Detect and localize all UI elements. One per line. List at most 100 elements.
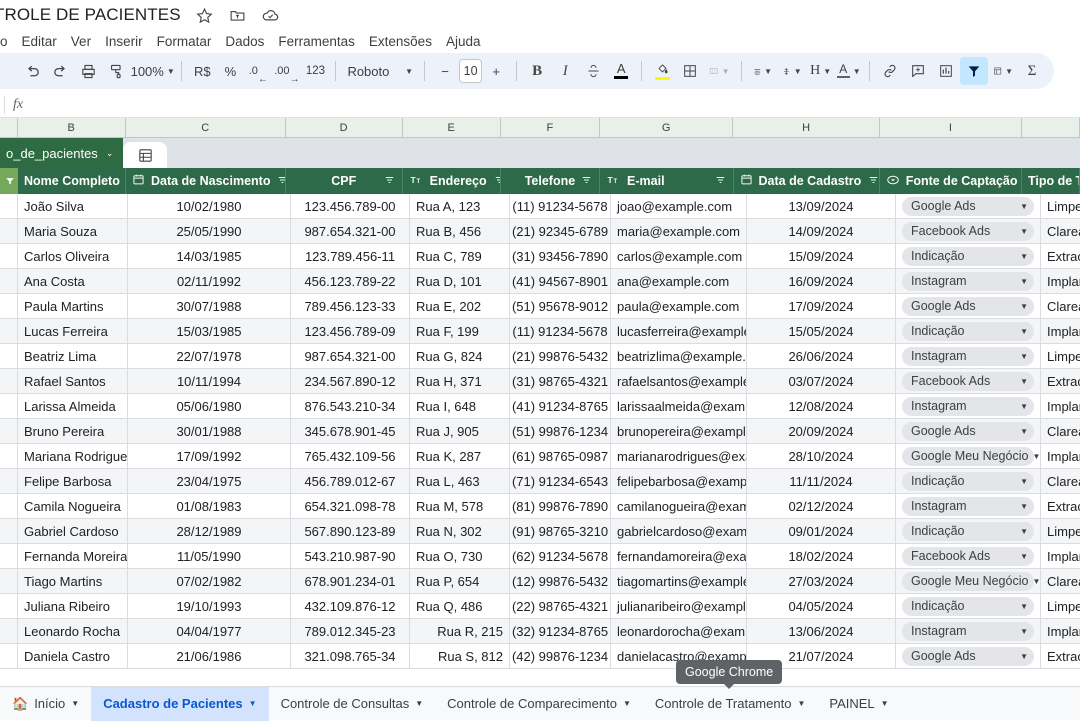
cell-endereco[interactable]: Rua O, 730 — [410, 544, 510, 569]
comment-icon[interactable] — [904, 57, 932, 85]
dropdown-chip[interactable]: Indicação▼ — [902, 322, 1034, 341]
cell-email[interactable]: brunopereira@example — [611, 419, 747, 444]
cell-fonte-captacao[interactable]: Instagram▼ — [896, 344, 1041, 369]
text-rotation-icon[interactable]: A ▼ — [835, 57, 863, 85]
cell-telefone[interactable]: (21) 99876-5432 — [510, 344, 611, 369]
filter-icon[interactable] — [493, 174, 501, 188]
cell-nome-completo[interactable]: Lucas Ferreira — [18, 319, 128, 344]
cell-fonte-captacao[interactable]: Facebook Ads▼ — [896, 544, 1041, 569]
cell-tipo-tratamento[interactable]: Clareame — [1041, 294, 1080, 319]
cell-endereco[interactable]: Rua R, 215 — [410, 619, 510, 644]
merge-cells-icon[interactable]: ▼ — [704, 57, 734, 85]
cell-nome-completo[interactable]: Leonardo Rocha — [18, 619, 128, 644]
cell-endereco[interactable]: Rua L, 463 — [410, 469, 510, 494]
cell-nome-completo[interactable]: Mariana Rodrigues — [18, 444, 128, 469]
cell-cpf[interactable]: 543.210.987-90 — [291, 544, 410, 569]
chart-icon[interactable] — [932, 57, 960, 85]
cell-telefone[interactable]: (31) 98765-4321 — [510, 369, 611, 394]
increase-decimal-button[interactable]: .00→ — [272, 57, 301, 85]
cell-data-cadastro[interactable]: 09/01/2024 — [747, 519, 896, 544]
dropdown-chip[interactable]: Indicação▼ — [902, 247, 1034, 266]
cell-endereco[interactable]: Rua B, 456 — [410, 219, 510, 244]
cell-endereco[interactable]: Rua Q, 486 — [410, 594, 510, 619]
row-gutter[interactable] — [0, 544, 18, 569]
cell-nome-completo[interactable]: Paula Martins — [18, 294, 128, 319]
cell-cpf[interactable]: 123.456.789-09 — [291, 319, 410, 344]
table-row[interactable]: Tiago Martins07/02/1982678.901.234-01Rua… — [0, 569, 1080, 594]
filter-icon[interactable] — [960, 57, 988, 85]
menu-item-ferramentas[interactable]: Ferramentas — [271, 32, 362, 51]
cell-nome-completo[interactable]: Bruno Pereira — [18, 419, 128, 444]
table-row[interactable]: Camila Nogueira01/08/1983654.321.098-78R… — [0, 494, 1080, 519]
cell-email[interactable]: carlos@example.com — [611, 244, 747, 269]
cell-telefone[interactable]: (51) 99876-1234 — [510, 419, 611, 444]
cell-tipo-tratamento[interactable]: Implante — [1041, 544, 1080, 569]
cell-fonte-captacao[interactable]: Indicação▼ — [896, 519, 1041, 544]
menu-item-formatar[interactable]: Formatar — [150, 32, 219, 51]
table-row[interactable]: Lucas Ferreira15/03/1985123.456.789-09Ru… — [0, 319, 1080, 344]
chevron-down-icon[interactable]: ▼ — [415, 699, 423, 708]
cell-data-nascimento[interactable]: 04/04/1977 — [128, 619, 291, 644]
cell-email[interactable]: gabrielcardoso@examp — [611, 519, 747, 544]
col-header-A[interactable] — [0, 118, 18, 137]
cell-data-nascimento[interactable]: 30/07/1988 — [128, 294, 291, 319]
cell-tipo-tratamento[interactable]: Extração — [1041, 644, 1080, 669]
cell-cpf[interactable]: 789.012.345-23 — [291, 619, 410, 644]
cell-data-cadastro[interactable]: 11/11/2024 — [747, 469, 896, 494]
cell-cpf[interactable]: 456.789.012-67 — [291, 469, 410, 494]
named-range-chip[interactable]: o_de_pacientes ⌄ — [0, 138, 123, 168]
cell-telefone[interactable]: (21) 92345-6789 — [510, 219, 611, 244]
cell-endereco[interactable]: Rua A, 123 — [410, 194, 510, 219]
header-cell-endereco[interactable]: TT Endereço — [403, 168, 501, 194]
cell-data-cadastro[interactable]: 15/09/2024 — [747, 244, 896, 269]
cell-nome-completo[interactable]: Felipe Barbosa — [18, 469, 128, 494]
cell-email[interactable]: camilanogueira@examp — [611, 494, 747, 519]
cell-email[interactable]: ana@example.com — [611, 269, 747, 294]
cell-endereco[interactable]: Rua J, 905 — [410, 419, 510, 444]
cell-fonte-captacao[interactable]: Instagram▼ — [896, 269, 1041, 294]
cell-cpf[interactable]: 765.432.109-56 — [291, 444, 410, 469]
row-gutter[interactable] — [0, 444, 18, 469]
cell-tipo-tratamento[interactable]: Clareame — [1041, 569, 1080, 594]
cell-fonte-captacao[interactable]: Google Ads▼ — [896, 644, 1041, 669]
cell-data-cadastro[interactable]: 02/12/2024 — [747, 494, 896, 519]
cell-fonte-captacao[interactable]: Indicação▼ — [896, 594, 1041, 619]
sheet-tab-controle-de-tratamento[interactable]: Controle de Tratamento▼ — [643, 687, 818, 721]
row-gutter[interactable] — [0, 369, 18, 394]
col-header-J[interactable] — [1022, 118, 1080, 137]
header-cell-data-nascimento[interactable]: Data de Nascimento — [126, 168, 286, 194]
text-wrap-icon[interactable]: H ▼ — [807, 57, 835, 85]
cell-endereco[interactable]: Rua K, 287 — [410, 444, 510, 469]
cell-data-nascimento[interactable]: 01/08/1983 — [128, 494, 291, 519]
cell-tipo-tratamento[interactable]: Clareame — [1041, 469, 1080, 494]
col-header-C[interactable]: C — [126, 118, 286, 137]
filter-icon[interactable] — [276, 174, 285, 188]
row-gutter[interactable] — [0, 294, 18, 319]
cell-cpf[interactable]: 345.678.901-45 — [291, 419, 410, 444]
cell-fonte-captacao[interactable]: Google Ads▼ — [896, 294, 1041, 319]
cell-data-nascimento[interactable]: 02/11/1992 — [128, 269, 291, 294]
italic-button[interactable]: I — [551, 57, 579, 85]
cell-cpf[interactable]: 876.543.210-34 — [291, 394, 410, 419]
cell-telefone[interactable]: (61) 98765-0987 — [510, 444, 611, 469]
header-cell-cpf[interactable]: CPF — [286, 168, 403, 194]
cell-telefone[interactable]: (32) 91234-8765 — [510, 619, 611, 644]
cell-email[interactable]: maria@example.com — [611, 219, 747, 244]
decrease-font-size-button[interactable]: − — [431, 57, 459, 85]
cell-telefone[interactable]: (71) 91234-6543 — [510, 469, 611, 494]
cell-endereco[interactable]: Rua S, 812 — [410, 644, 510, 669]
cell-fonte-captacao[interactable]: Google Meu Negócio▼ — [896, 569, 1041, 594]
cell-telefone[interactable]: (91) 98765-3210 — [510, 519, 611, 544]
table-row[interactable]: Bruno Pereira30/01/1988345.678.901-45Rua… — [0, 419, 1080, 444]
cell-tipo-tratamento[interactable]: Implante — [1041, 394, 1080, 419]
dropdown-chip[interactable]: Instagram▼ — [902, 347, 1034, 366]
cell-email[interactable]: tiagomartins@example — [611, 569, 747, 594]
cell-nome-completo[interactable]: Fernanda Moreira — [18, 544, 128, 569]
cell-fonte-captacao[interactable]: Instagram▼ — [896, 394, 1041, 419]
dropdown-chip[interactable]: Google Ads▼ — [902, 422, 1034, 441]
dropdown-chip[interactable]: Indicação▼ — [902, 522, 1034, 541]
row-gutter[interactable] — [0, 269, 18, 294]
cell-email[interactable]: rafaelsantos@example. — [611, 369, 747, 394]
row-gutter[interactable] — [0, 319, 18, 344]
dropdown-chip[interactable]: Google Meu Negócio▼ — [902, 572, 1034, 591]
